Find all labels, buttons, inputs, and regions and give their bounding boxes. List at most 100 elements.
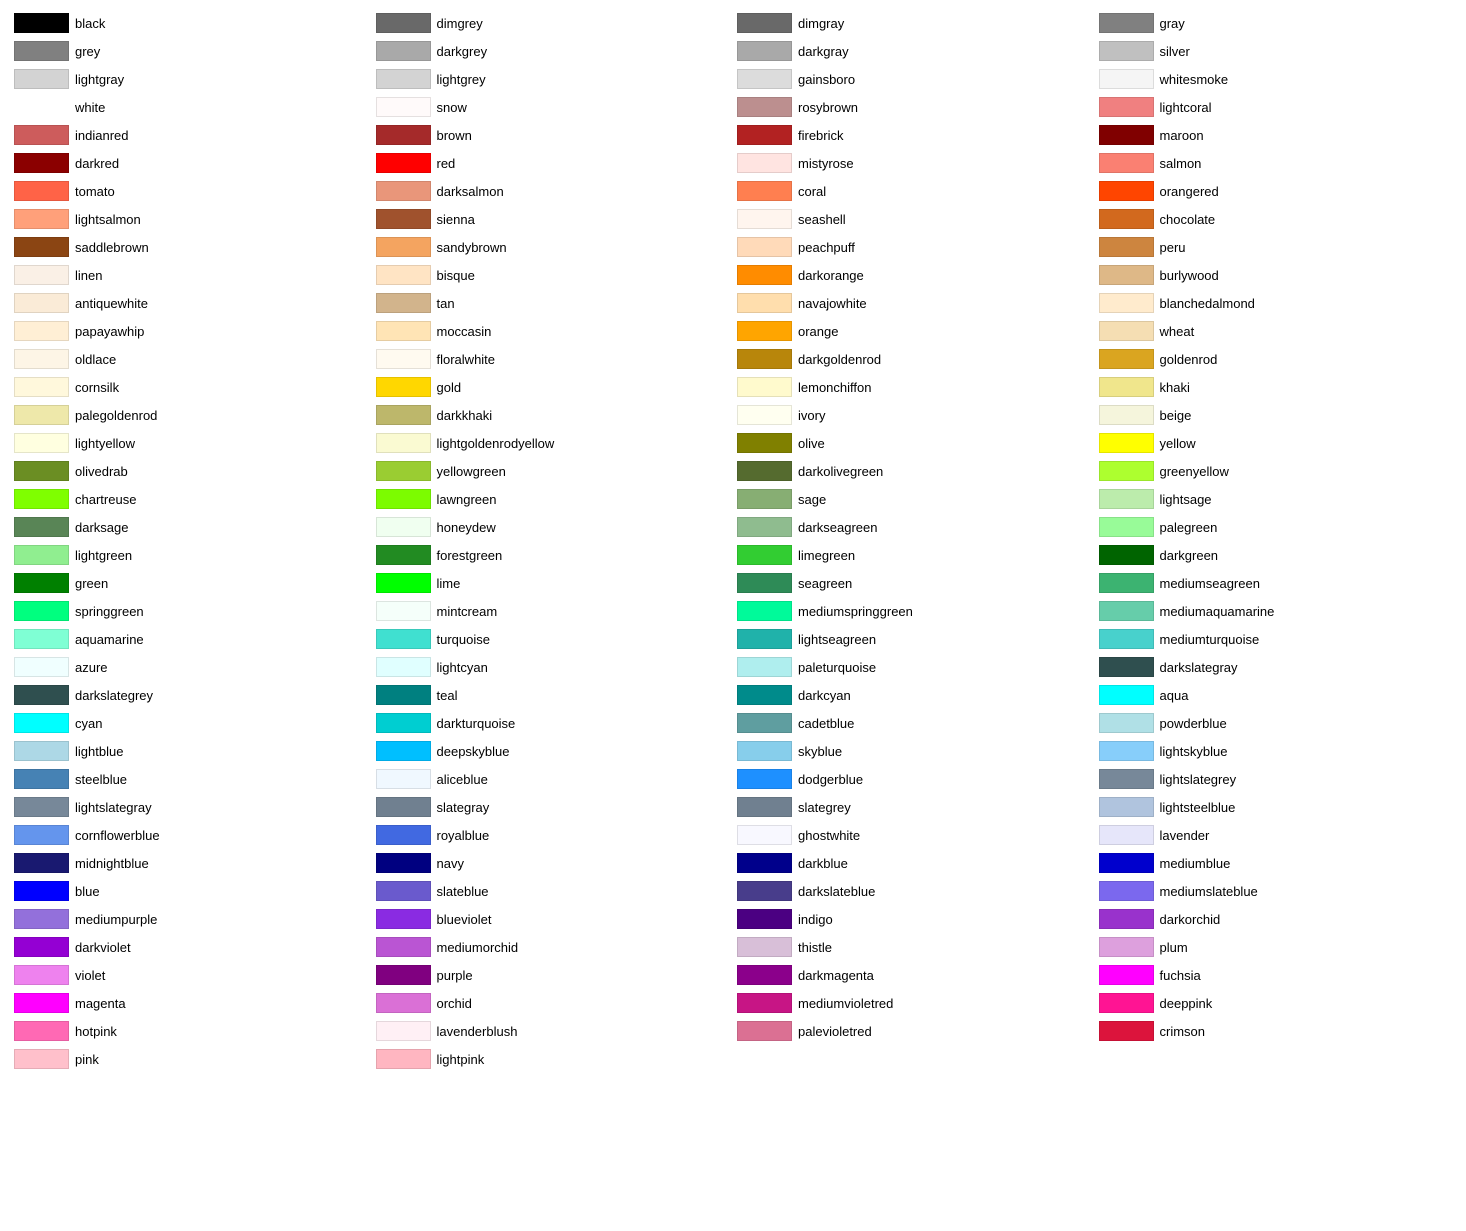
color-name-label: lime xyxy=(437,576,461,591)
color-swatch xyxy=(14,321,69,341)
color-item: sage xyxy=(733,486,1095,512)
color-swatch xyxy=(737,853,792,873)
color-name-label: brown xyxy=(437,128,472,143)
color-name-label: darkgreen xyxy=(1160,548,1219,563)
color-name-label: lightblue xyxy=(75,744,123,759)
color-item: darkgray xyxy=(733,38,1095,64)
color-item: darkkhaki xyxy=(372,402,734,428)
color-item: darkorchid xyxy=(1095,906,1457,932)
color-item: red xyxy=(372,150,734,176)
color-item: mediumseagreen xyxy=(1095,570,1457,596)
color-name-label: hotpink xyxy=(75,1024,117,1039)
color-item: coral xyxy=(733,178,1095,204)
color-item: chartreuse xyxy=(10,486,372,512)
color-swatch xyxy=(737,321,792,341)
color-name-label: darkturquoise xyxy=(437,716,516,731)
color-item: deepskyblue xyxy=(372,738,734,764)
color-name-label: lightgrey xyxy=(437,72,486,87)
color-name-label: maroon xyxy=(1160,128,1204,143)
color-name-label: magenta xyxy=(75,996,126,1011)
color-swatch xyxy=(14,405,69,425)
color-name-label: forestgreen xyxy=(437,548,503,563)
color-swatch xyxy=(737,685,792,705)
color-swatch xyxy=(737,993,792,1013)
color-name-label: lightpink xyxy=(437,1052,485,1067)
color-item: antiquewhite xyxy=(10,290,372,316)
color-swatch xyxy=(376,13,431,33)
color-name-label: blueviolet xyxy=(437,912,492,927)
color-item: seagreen xyxy=(733,570,1095,596)
color-swatch xyxy=(14,909,69,929)
color-name-label: darkgrey xyxy=(437,44,488,59)
color-name-label: gray xyxy=(1160,16,1185,31)
color-name-label: lavenderblush xyxy=(437,1024,518,1039)
color-name-label: dimgray xyxy=(798,16,844,31)
color-item: lightslategrey xyxy=(1095,766,1457,792)
color-item: palegreen xyxy=(1095,514,1457,540)
color-name-label: darkseagreen xyxy=(798,520,878,535)
color-item: steelblue xyxy=(10,766,372,792)
color-name-label: floralwhite xyxy=(437,352,496,367)
color-name-label: sandybrown xyxy=(437,240,507,255)
color-name-label: olivedrab xyxy=(75,464,128,479)
color-swatch xyxy=(376,405,431,425)
color-name-label: springgreen xyxy=(75,604,144,619)
color-name-label: lavender xyxy=(1160,828,1210,843)
color-swatch xyxy=(14,13,69,33)
color-item: lawngreen xyxy=(372,486,734,512)
color-name-label: gold xyxy=(437,380,462,395)
color-swatch xyxy=(14,769,69,789)
color-swatch xyxy=(737,741,792,761)
color-swatch xyxy=(1099,629,1154,649)
color-swatch xyxy=(376,293,431,313)
color-name-label: cyan xyxy=(75,716,102,731)
color-item: aliceblue xyxy=(372,766,734,792)
color-item: peru xyxy=(1095,234,1457,260)
color-swatch xyxy=(376,629,431,649)
color-swatch xyxy=(1099,545,1154,565)
color-item: white xyxy=(10,94,372,120)
color-item: dodgerblue xyxy=(733,766,1095,792)
color-item xyxy=(733,1046,1095,1072)
color-swatch xyxy=(14,797,69,817)
color-swatch xyxy=(14,41,69,61)
color-name-label: darkorange xyxy=(798,268,864,283)
color-swatch xyxy=(376,601,431,621)
color-swatch xyxy=(737,909,792,929)
color-swatch xyxy=(737,461,792,481)
color-name-label: peachpuff xyxy=(798,240,855,255)
color-swatch xyxy=(737,937,792,957)
color-item: mediumvioletred xyxy=(733,990,1095,1016)
color-name-label: deepskyblue xyxy=(437,744,510,759)
color-name-label: green xyxy=(75,576,108,591)
color-item: thistle xyxy=(733,934,1095,960)
color-swatch xyxy=(376,741,431,761)
color-name-label: navy xyxy=(437,856,464,871)
color-item: royalblue xyxy=(372,822,734,848)
color-swatch xyxy=(1099,13,1154,33)
color-name-label: whitesmoke xyxy=(1160,72,1229,87)
color-name-label: ghostwhite xyxy=(798,828,860,843)
color-name-label: mediumspringgreen xyxy=(798,604,913,619)
color-item: violet xyxy=(10,962,372,988)
color-item: cyan xyxy=(10,710,372,736)
color-name-label: black xyxy=(75,16,105,31)
color-item: snow xyxy=(372,94,734,120)
color-name-label: coral xyxy=(798,184,826,199)
color-item: saddlebrown xyxy=(10,234,372,260)
color-item: navajowhite xyxy=(733,290,1095,316)
color-name-label: beige xyxy=(1160,408,1192,423)
color-name-label: cornsilk xyxy=(75,380,119,395)
color-name-label: slategrey xyxy=(798,800,851,815)
color-item: seashell xyxy=(733,206,1095,232)
color-name-label: mediumblue xyxy=(1160,856,1231,871)
color-swatch xyxy=(737,237,792,257)
color-item: purple xyxy=(372,962,734,988)
color-item: slategray xyxy=(372,794,734,820)
color-item: gold xyxy=(372,374,734,400)
color-swatch xyxy=(737,153,792,173)
color-name-label: rosybrown xyxy=(798,100,858,115)
color-swatch xyxy=(14,1049,69,1069)
color-swatch xyxy=(1099,181,1154,201)
color-item: salmon xyxy=(1095,150,1457,176)
